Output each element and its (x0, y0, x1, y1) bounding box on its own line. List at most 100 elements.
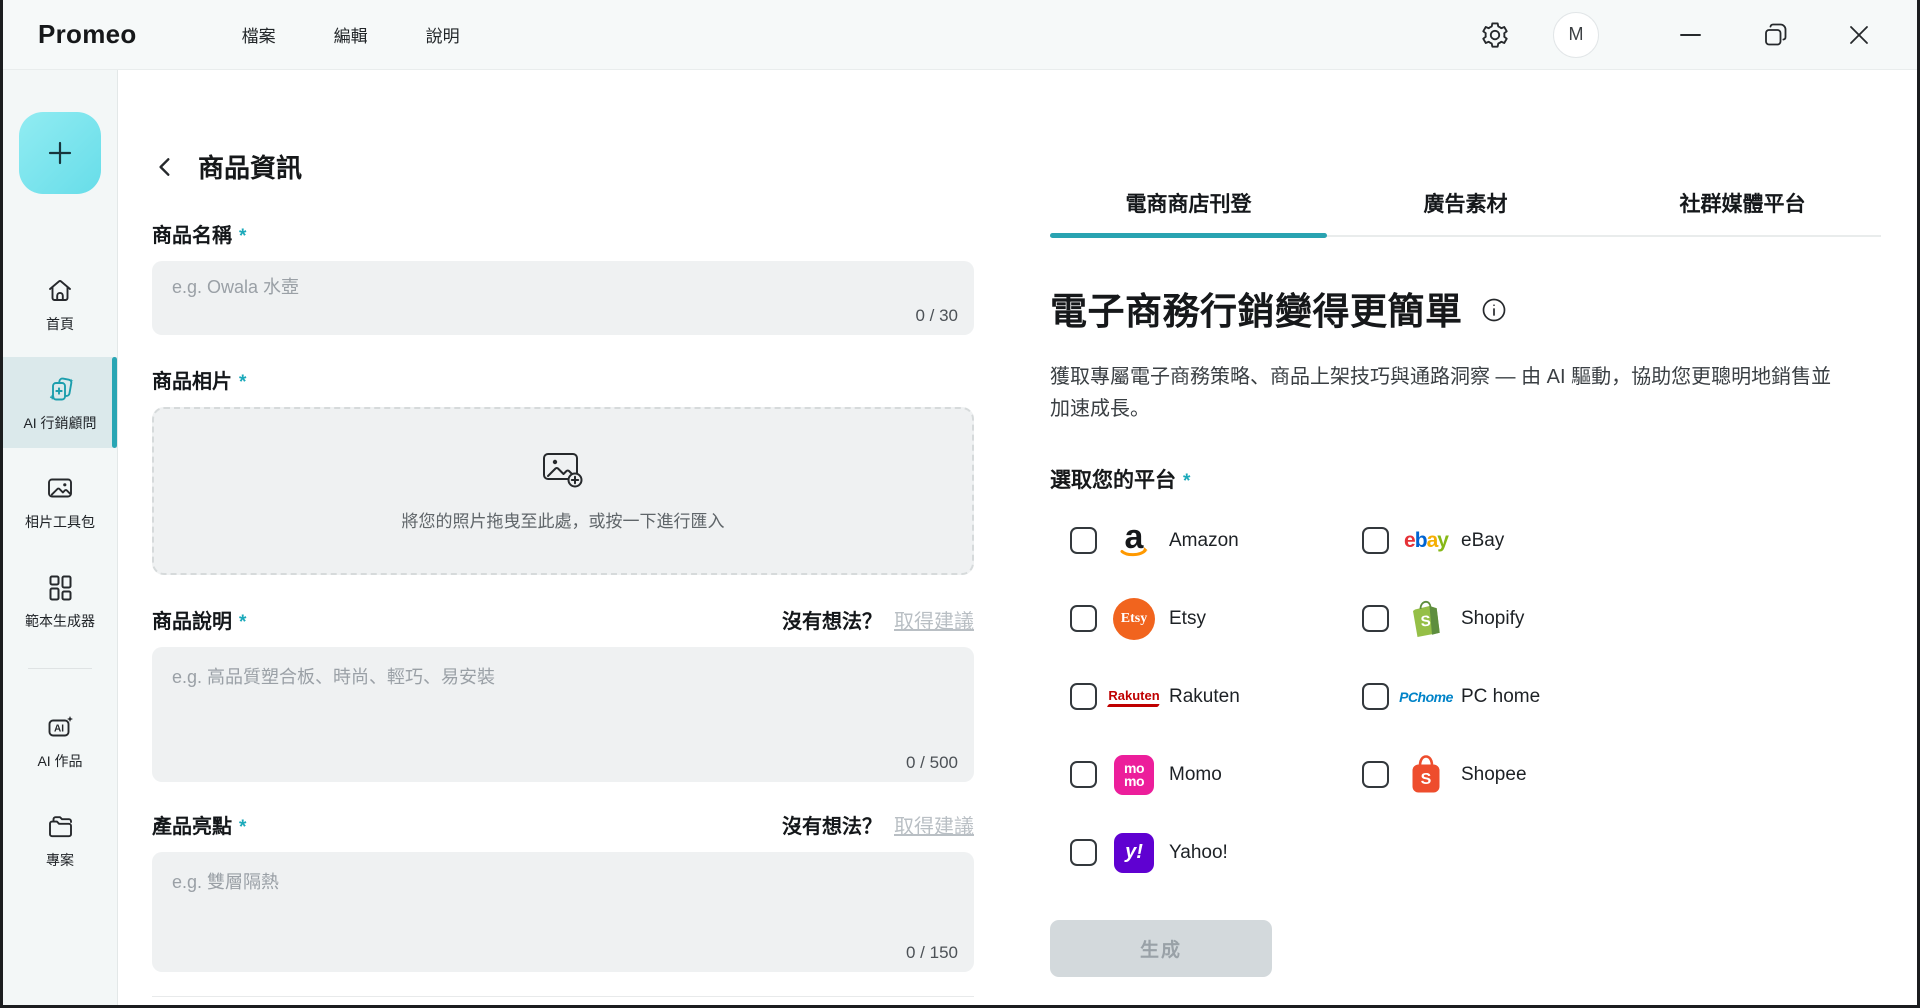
minimize-icon (1676, 20, 1706, 50)
platform-rakuten[interactable]: Rakuten Rakuten (1070, 683, 1362, 710)
titlebar: Promeo 檔案 編輯 說明 M (3, 0, 1917, 70)
photo-dropzone[interactable]: 將您的照片拖曳至此處，或按一下進行匯入 (152, 407, 974, 575)
yahoo-logo: y! (1111, 833, 1157, 873)
panel-heading: 電子商務行銷變得更簡單 (1050, 281, 1463, 335)
platform-label: eBay (1461, 530, 1504, 552)
platform-label: PC home (1461, 686, 1540, 708)
product-description-input[interactable] (152, 647, 974, 739)
tab-ecommerce-listing[interactable]: 電商商店刊登 (1050, 188, 1327, 235)
char-counter: 0 / 30 (915, 306, 958, 326)
required-mark: * (239, 372, 246, 394)
product-highlights-label: 產品亮點 (152, 810, 232, 839)
sidebar: 首頁 AI 行銷顧問 相片工具包 (3, 70, 118, 1005)
menu-file[interactable]: 檔案 (242, 22, 276, 47)
platform-amazon[interactable]: a Amazon (1070, 521, 1362, 561)
platform-grid: a Amazon ebay eBay (1070, 518, 1881, 876)
menu-edit[interactable]: 編輯 (334, 22, 368, 47)
yahoo-checkbox[interactable] (1070, 839, 1097, 866)
sidebar-item-photo-toolkit[interactable]: 相片工具包 (3, 456, 117, 547)
tab-ad-assets[interactable]: 廣告素材 (1327, 188, 1604, 235)
info-icon (1480, 296, 1508, 324)
product-photo-label: 商品相片 (152, 365, 232, 394)
product-name-input[interactable] (152, 261, 974, 298)
sidebar-nav: 首頁 AI 行銷顧問 相片工具包 (3, 258, 117, 893)
platform-shopee[interactable]: S Shopee (1362, 754, 1654, 796)
image-add-icon (541, 451, 585, 489)
form-divider (152, 996, 974, 997)
home-icon (45, 275, 75, 305)
close-icon (1844, 20, 1874, 50)
required-mark: * (1183, 471, 1190, 493)
shopify-checkbox[interactable] (1362, 605, 1389, 632)
ebay-logo: ebay (1403, 529, 1449, 553)
tab-social-media[interactable]: 社群媒體平台 (1604, 188, 1881, 235)
platform-yahoo[interactable]: y! Yahoo! (1070, 833, 1362, 873)
sidebar-item-ai-advisor[interactable]: AI 行銷顧問 (3, 357, 117, 448)
restore-icon (1760, 20, 1790, 50)
sidebar-item-label: 範本生成器 (25, 611, 95, 631)
menu-help[interactable]: 說明 (426, 22, 460, 47)
product-description-label: 商品說明 (152, 605, 232, 634)
sidebar-item-label: AI 作品 (37, 751, 82, 771)
rakuten-logo: Rakuten (1111, 688, 1157, 707)
rakuten-checkbox[interactable] (1070, 683, 1097, 710)
avatar-initial: M (1569, 24, 1584, 45)
minimize-button[interactable] (1675, 19, 1707, 51)
get-suggestion-link[interactable]: 取得建議 (894, 810, 974, 839)
platform-label: Etsy (1169, 608, 1206, 630)
sidebar-item-home[interactable]: 首頁 (3, 258, 117, 349)
platform-momo[interactable]: momo Momo (1070, 755, 1362, 795)
platform-shopify[interactable]: S Shopify (1362, 598, 1654, 640)
no-idea-text: 沒有想法？ (782, 605, 882, 634)
shopee-checkbox[interactable] (1362, 761, 1389, 788)
ebay-checkbox[interactable] (1362, 527, 1389, 554)
close-button[interactable] (1843, 19, 1875, 51)
ai-works-icon: AI (45, 712, 75, 742)
menu-bar: 檔案 編輯 說明 (242, 22, 460, 47)
sidebar-item-template-generator[interactable]: 範本生成器 (3, 555, 117, 646)
momo-logo: momo (1111, 755, 1157, 795)
product-name-label: 商品名稱 (152, 219, 232, 248)
product-name-field: 0 / 30 (152, 261, 974, 335)
sidebar-item-ai-works[interactable]: AI AI 作品 (3, 695, 117, 786)
back-button[interactable] (152, 154, 178, 180)
shopee-logo: S (1403, 754, 1449, 796)
etsy-logo: Etsy (1111, 598, 1157, 640)
new-project-button[interactable] (19, 112, 101, 194)
get-suggestion-link[interactable]: 取得建議 (894, 605, 974, 634)
plus-icon (43, 136, 77, 170)
product-highlights-input[interactable] (152, 852, 974, 944)
required-mark: * (239, 226, 246, 248)
page-title: 商品資訊 (198, 148, 302, 185)
platform-label: Yahoo! (1169, 842, 1228, 864)
platform-etsy[interactable]: Etsy Etsy (1070, 598, 1362, 640)
etsy-checkbox[interactable] (1070, 605, 1097, 632)
projects-icon (45, 811, 75, 841)
template-generator-icon (45, 572, 75, 602)
no-idea-text: 沒有想法？ (782, 810, 882, 839)
amazon-checkbox[interactable] (1070, 527, 1097, 554)
restore-button[interactable] (1759, 19, 1791, 51)
avatar[interactable]: M (1553, 12, 1599, 58)
chevron-left-icon (154, 156, 176, 178)
platform-label: Shopee (1461, 764, 1527, 786)
pchome-checkbox[interactable] (1362, 683, 1389, 710)
generate-button[interactable]: 生成 (1050, 920, 1272, 977)
svg-text:S: S (1420, 612, 1431, 630)
tab-bar: 電商商店刊登 廣告素材 社群媒體平台 (1050, 188, 1881, 237)
sidebar-item-label: 專案 (46, 850, 74, 870)
info-button[interactable] (1479, 295, 1509, 325)
panel-description: 獲取專屬電子商務策略、商品上架技巧與通路洞察 — 由 AI 驅動，協助您更聰明地… (1050, 361, 1850, 426)
char-counter: 0 / 150 (906, 943, 958, 963)
sidebar-item-projects[interactable]: 專案 (3, 794, 117, 885)
platform-label: Amazon (1169, 530, 1239, 552)
pchome-logo: PChome (1403, 689, 1449, 705)
platform-ebay[interactable]: ebay eBay (1362, 527, 1654, 554)
platform-label: Momo (1169, 764, 1222, 786)
svg-text:a: a (1125, 521, 1145, 556)
settings-button[interactable] (1475, 15, 1515, 55)
platform-pchome[interactable]: PChome PC home (1362, 683, 1654, 710)
momo-checkbox[interactable] (1070, 761, 1097, 788)
required-mark: * (239, 817, 246, 839)
product-highlights-field: 0 / 150 (152, 852, 974, 972)
